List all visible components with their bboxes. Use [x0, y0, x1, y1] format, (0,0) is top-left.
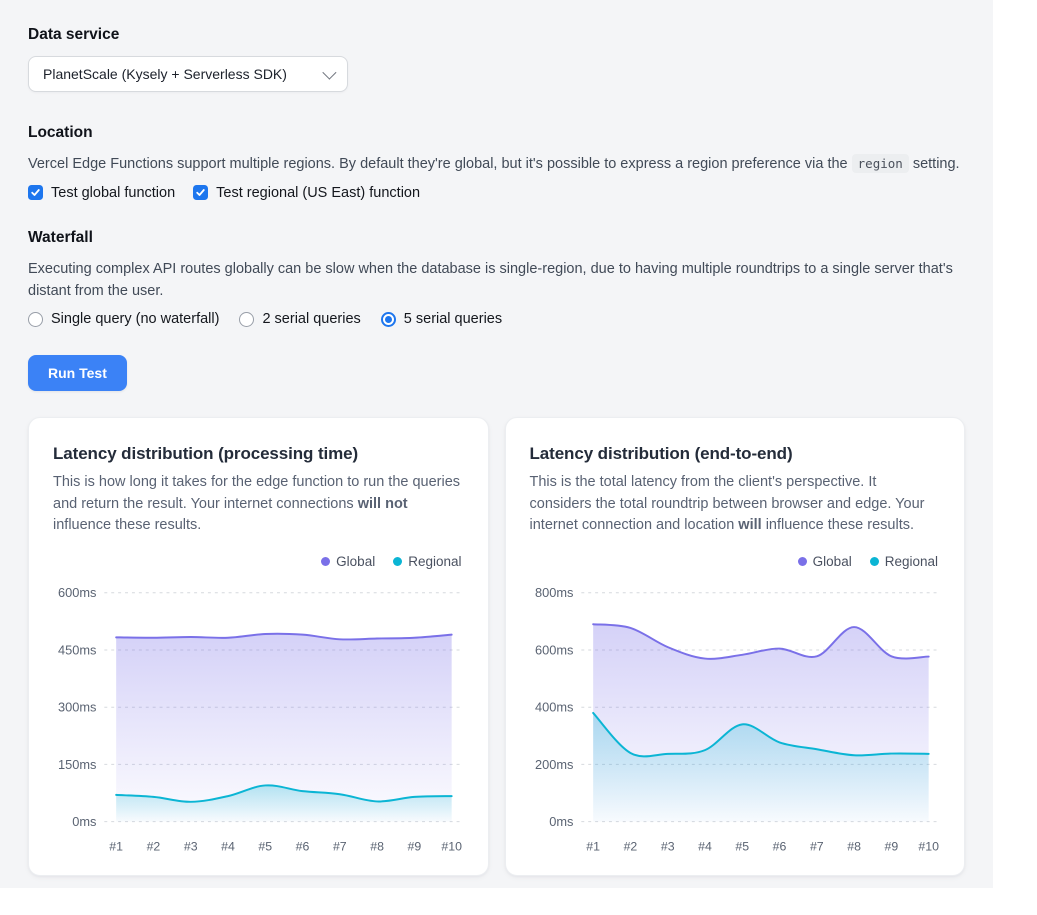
- location-description: Vercel Edge Functions support multiple r…: [28, 154, 965, 176]
- x-axis-label: #2: [147, 839, 161, 853]
- y-axis-label: 150ms: [58, 757, 96, 772]
- data-service-select[interactable]: PlanetScale (Kysely + Serverless SDK): [28, 56, 348, 92]
- x-axis-label: #1: [109, 839, 123, 853]
- checkbox-icon[interactable]: [28, 185, 43, 200]
- radio-label: 5 serial queries: [404, 311, 502, 327]
- chart-legend: Global Regional: [530, 554, 939, 569]
- chart-card-latency-distribution-processing-time: Latency distribution (processing time) Th…: [28, 417, 489, 876]
- x-axis-label: #2: [623, 839, 637, 853]
- legend-item-global: Global: [798, 554, 852, 569]
- y-axis-label: 450ms: [58, 643, 96, 658]
- inline-code-chip: region: [852, 154, 909, 173]
- radio-2-serial-queries[interactable]: 2 serial queries: [239, 311, 360, 327]
- run-test-button[interactable]: Run Test: [28, 355, 127, 391]
- checkbox-group: Test global function Test regional (US Ea…: [28, 185, 965, 201]
- y-axis-label: 200ms: [534, 757, 572, 772]
- x-axis-label: #3: [660, 839, 674, 853]
- x-axis-label: #10: [918, 839, 939, 853]
- x-axis-label: #8: [370, 839, 384, 853]
- radio-icon[interactable]: [28, 312, 43, 327]
- y-axis-label: 300ms: [58, 700, 96, 715]
- x-axis-label: #8: [847, 839, 861, 853]
- checkbox-test-global-function[interactable]: Test global function: [28, 185, 175, 201]
- x-axis-label: #6: [296, 839, 310, 853]
- x-axis-label: #4: [698, 839, 712, 853]
- legend-dot-icon: [798, 557, 807, 566]
- x-axis-label: #10: [441, 839, 462, 853]
- data-service-heading: Data service: [28, 26, 965, 44]
- legend-dot-icon: [870, 557, 879, 566]
- card-description: This is the total latency from the clien…: [530, 472, 941, 536]
- card-title: Latency distribution (end-to-end): [530, 444, 941, 464]
- legend-label: Global: [336, 554, 375, 569]
- x-axis-label: #3: [184, 839, 198, 853]
- checkbox-label: Test regional (US East) function: [216, 185, 420, 201]
- y-axis-label: 800ms: [534, 585, 572, 600]
- legend-label: Global: [813, 554, 852, 569]
- legend-item-regional: Regional: [393, 554, 461, 569]
- chart-legend: Global Regional: [53, 554, 462, 569]
- legend-dot-icon: [321, 557, 330, 566]
- legend-label: Regional: [885, 554, 938, 569]
- bold-text: will not: [358, 496, 408, 512]
- y-axis-label: 600ms: [534, 643, 572, 658]
- x-axis-label: #5: [735, 839, 749, 853]
- chart-card-latency-distribution-end-to-end: Latency distribution (end-to-end) This is…: [505, 417, 966, 876]
- checkbox-label: Test global function: [51, 185, 175, 201]
- legend-dot-icon: [393, 557, 402, 566]
- waterfall-description: Executing complex API routes globally ca…: [28, 259, 965, 303]
- radio-label: Single query (no waterfall): [51, 311, 219, 327]
- location-heading: Location: [28, 124, 965, 142]
- waterfall-heading: Waterfall: [28, 229, 965, 247]
- x-axis-label: #9: [408, 839, 422, 853]
- chevron-down-icon: [322, 66, 336, 80]
- radio-single-query-no-waterfall[interactable]: Single query (no waterfall): [28, 311, 219, 327]
- x-axis-label: #7: [809, 839, 823, 853]
- app-container: Data service PlanetScale (Kysely + Serve…: [0, 0, 993, 888]
- radio-label: 2 serial queries: [262, 311, 360, 327]
- x-axis-label: #5: [258, 839, 272, 853]
- text-span: Vercel Edge Functions support multiple r…: [28, 156, 852, 172]
- legend-item-global: Global: [321, 554, 375, 569]
- latency-chart: 0ms 150ms 300ms 450ms 600ms #1 #2 #3 #4 #5 #6 #7 #8 #…: [53, 573, 464, 861]
- text-span: setting.: [909, 156, 960, 172]
- latency-chart: 0ms 200ms 400ms 600ms 800ms #1 #2 #3 #4 #5 #6 #7 #8 #…: [530, 573, 941, 861]
- card-title: Latency distribution (processing time): [53, 444, 464, 464]
- y-axis-label: 0ms: [72, 814, 96, 829]
- radio-5-serial-queries[interactable]: 5 serial queries: [381, 311, 502, 327]
- legend-item-regional: Regional: [870, 554, 938, 569]
- radio-icon[interactable]: [381, 312, 396, 327]
- x-axis-label: #1: [586, 839, 600, 853]
- text-span: influence these results.: [762, 517, 914, 533]
- radio-icon[interactable]: [239, 312, 254, 327]
- x-axis-label: #6: [772, 839, 786, 853]
- y-axis-label: 600ms: [58, 585, 96, 600]
- text-span: influence these results.: [53, 517, 201, 533]
- y-axis-label: 0ms: [549, 814, 573, 829]
- checkbox-icon[interactable]: [193, 185, 208, 200]
- x-axis-label: #4: [221, 839, 235, 853]
- card-description: This is how long it takes for the edge f…: [53, 472, 464, 536]
- y-axis-label: 400ms: [534, 700, 572, 715]
- x-axis-label: #9: [884, 839, 898, 853]
- checkbox-test-regional-us-east-function[interactable]: Test regional (US East) function: [193, 185, 420, 201]
- bold-text: will: [738, 517, 761, 533]
- radio-group: Single query (no waterfall) 2 serial quer…: [28, 311, 965, 327]
- data-service-selected-value: PlanetScale (Kysely + Serverless SDK): [43, 66, 287, 82]
- cards-row: Latency distribution (processing time) Th…: [28, 417, 965, 876]
- legend-label: Regional: [408, 554, 461, 569]
- x-axis-label: #7: [333, 839, 347, 853]
